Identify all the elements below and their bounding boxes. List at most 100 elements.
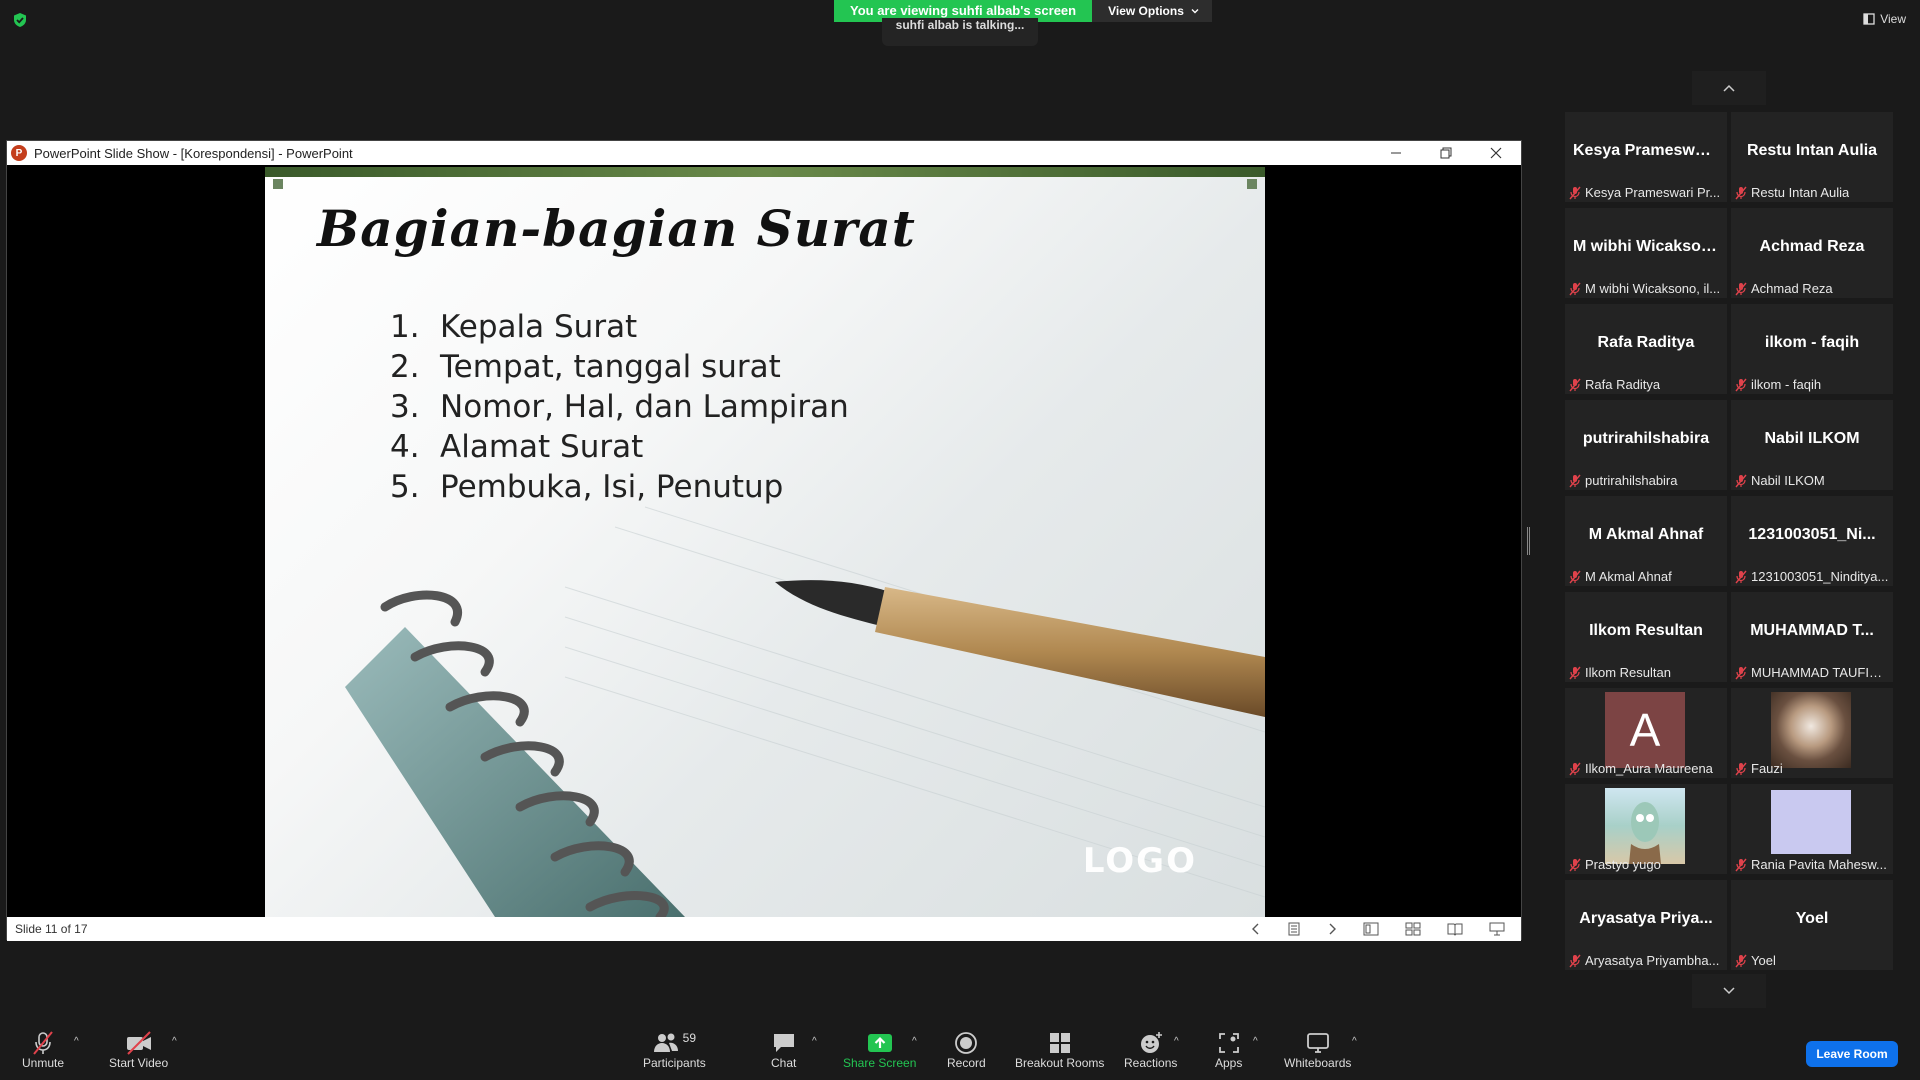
participant-name: Kesya Prameswari Pr...	[1585, 185, 1721, 200]
participant-name: Fauzi	[1751, 761, 1783, 776]
apps-label: Apps	[1215, 1056, 1243, 1070]
avatar: A	[1605, 692, 1685, 768]
slide-menu-icon[interactable]	[1287, 922, 1301, 936]
participant-tile[interactable]: 1231003051_Ni... 1231003051_Ninditya...	[1731, 496, 1893, 586]
reading-view-icon[interactable]	[1447, 922, 1463, 936]
muted-microphone-icon	[1735, 570, 1747, 583]
start-video-button[interactable]: Start Video	[109, 1030, 168, 1070]
participant-name: Rafa Raditya	[1585, 377, 1661, 392]
slide-show-area[interactable]: Bagian-bagian Surat 1. Kepala Surat 2. Tem…	[7, 165, 1521, 917]
normal-view-icon[interactable]	[1363, 922, 1379, 936]
participant-name: Yoel	[1751, 953, 1776, 968]
participant-name-bar: Kesya Prameswari Pr...	[1569, 185, 1723, 200]
slide-bullet-list: 1. Kepala Surat 2. Tempat, tanggal surat 3…	[390, 307, 849, 507]
record-label: Record	[947, 1056, 986, 1070]
participant-tile[interactable]: M Akmal Ahnaf M Akmal Ahnaf	[1565, 496, 1727, 586]
slideshow-view-icon[interactable]	[1489, 922, 1505, 936]
participant-name-bar: Rafa Raditya	[1569, 377, 1723, 392]
apps-options-caret[interactable]: ^	[1253, 1036, 1258, 1047]
participant-name-bar: putrirahilshabira	[1569, 473, 1723, 488]
participant-name: MUHAMMAD TAUFIQ...	[1751, 665, 1889, 680]
panel-resize-handle[interactable]	[1527, 527, 1530, 555]
reactions-label: Reactions	[1124, 1056, 1178, 1070]
participant-display-name: MUHAMMAD T...	[1750, 622, 1874, 639]
start-video-label: Start Video	[109, 1056, 169, 1070]
minimize-button[interactable]	[1371, 141, 1421, 165]
participant-name: M Akmal Ahnaf	[1585, 569, 1672, 584]
reactions-options-caret[interactable]: ^	[1174, 1036, 1179, 1047]
leave-room-button[interactable]: Leave Room	[1806, 1041, 1898, 1067]
audio-options-caret[interactable]: ^	[74, 1036, 79, 1047]
participant-tile[interactable]: A Ilkom_Aura Maureena	[1565, 688, 1727, 778]
participant-display-name: M wibhi Wicaksono, il...	[1573, 238, 1727, 255]
share-options-caret[interactable]: ^	[912, 1036, 917, 1047]
share-screen-label: Share Screen	[843, 1056, 917, 1070]
participant-tile[interactable]: MUHAMMAD T... MUHAMMAD TAUFIQ...	[1731, 592, 1893, 682]
record-button[interactable]: Record	[947, 1030, 986, 1070]
participant-tile[interactable]: Aryasatya Priya... Aryasatya Priyambha...	[1565, 880, 1727, 970]
participant-tile[interactable]: Rania Pavita Mahesw...	[1731, 784, 1893, 874]
view-button[interactable]: View	[1863, 12, 1906, 26]
grid-view-icon	[1863, 13, 1875, 25]
participant-tile[interactable]: putrirahilshabira putrirahilshabira	[1565, 400, 1727, 490]
participant-tile[interactable]: M wibhi Wicaksono, il... M wibhi Wicakson…	[1565, 208, 1727, 298]
close-icon	[1490, 147, 1502, 159]
participant-name: Achmad Reza	[1751, 281, 1833, 296]
powerpoint-app-icon: P	[11, 145, 27, 161]
participant-tile[interactable]: Ilkom Resultan Ilkom Resultan	[1565, 592, 1727, 682]
participant-tile[interactable]: Nabil ILKOM Nabil ILKOM	[1731, 400, 1893, 490]
participant-name: Nabil ILKOM	[1751, 473, 1825, 488]
participant-tile[interactable]: Rafa Raditya Rafa Raditya	[1565, 304, 1727, 394]
view-options-button[interactable]: View Options	[1092, 0, 1213, 22]
participants-button[interactable]: 59 Participants	[643, 1030, 706, 1070]
participant-tile[interactable]: ilkom - faqih ilkom - faqih	[1731, 304, 1893, 394]
whiteboards-options-caret[interactable]: ^	[1352, 1036, 1357, 1047]
participant-tile[interactable]: Prastyo yugo	[1565, 784, 1727, 874]
close-button[interactable]	[1471, 141, 1521, 165]
muted-microphone-icon	[1569, 474, 1581, 487]
gallery-scroll-down-button[interactable]	[1692, 974, 1766, 1008]
muted-microphone-icon	[1569, 570, 1581, 583]
participant-tile[interactable]: Kesya Prameswari Pr... Kesya Prameswari P…	[1565, 112, 1727, 202]
next-slide-icon[interactable]	[1327, 922, 1337, 936]
previous-slide-icon[interactable]	[1251, 922, 1261, 936]
slide-counter: Slide 11 of 17	[15, 922, 88, 936]
slide-sorter-icon[interactable]	[1405, 922, 1421, 936]
gallery-scroll-up-button[interactable]	[1692, 71, 1766, 105]
list-item: 5. Pembuka, Isi, Penutup	[390, 469, 784, 505]
participant-display-name: Restu Intan Aulia	[1746, 142, 1878, 159]
participant-name: Prastyo yugo	[1585, 857, 1661, 872]
breakout-rooms-icon	[1049, 1033, 1070, 1053]
participants-icon	[653, 1033, 678, 1052]
reactions-button[interactable]: Reactions	[1124, 1030, 1177, 1070]
restore-button[interactable]	[1421, 141, 1471, 165]
notebook-pen-illustration	[345, 506, 1265, 917]
participant-display-name: Ilkom Resultan	[1589, 622, 1703, 639]
participant-tile[interactable]: Yoel Yoel	[1731, 880, 1893, 970]
list-item: 1. Kepala Surat	[390, 309, 638, 345]
share-screen-button[interactable]: Share Screen	[843, 1030, 916, 1070]
chat-button[interactable]: Chat	[771, 1030, 796, 1070]
avatar	[1771, 790, 1851, 854]
participant-name: Ilkom Resultan	[1585, 665, 1671, 680]
apps-button[interactable]: Apps	[1215, 1030, 1242, 1070]
participant-display-name: Achmad Reza	[1759, 238, 1865, 255]
security-shield-icon[interactable]	[12, 12, 28, 28]
whiteboards-button[interactable]: Whiteboards	[1284, 1030, 1351, 1070]
minimize-icon	[1391, 152, 1401, 154]
participant-name: Rania Pavita Mahesw...	[1751, 857, 1887, 872]
participant-name-bar: ilkom - faqih	[1735, 377, 1889, 392]
muted-microphone-icon	[1569, 858, 1581, 871]
powerpoint-titlebar: P PowerPoint Slide Show - [Korespondensi…	[7, 141, 1521, 165]
participant-name-bar: Restu Intan Aulia	[1735, 185, 1889, 200]
breakout-rooms-button[interactable]: Breakout Rooms	[1015, 1030, 1104, 1070]
participant-tile[interactable]: Restu Intan Aulia Restu Intan Aulia	[1731, 112, 1893, 202]
participant-tile[interactable]: Achmad Reza Achmad Reza	[1731, 208, 1893, 298]
participant-display-name: Yoel	[1795, 910, 1829, 927]
slideshow-statusbar: Slide 11 of 17	[7, 917, 1521, 941]
video-options-caret[interactable]: ^	[172, 1036, 177, 1047]
chat-options-caret[interactable]: ^	[812, 1036, 817, 1047]
participant-tile[interactable]: Fauzi	[1731, 688, 1893, 778]
unmute-button[interactable]: Unmute	[22, 1030, 64, 1070]
powerpoint-window: P PowerPoint Slide Show - [Korespondensi…	[6, 140, 1522, 941]
